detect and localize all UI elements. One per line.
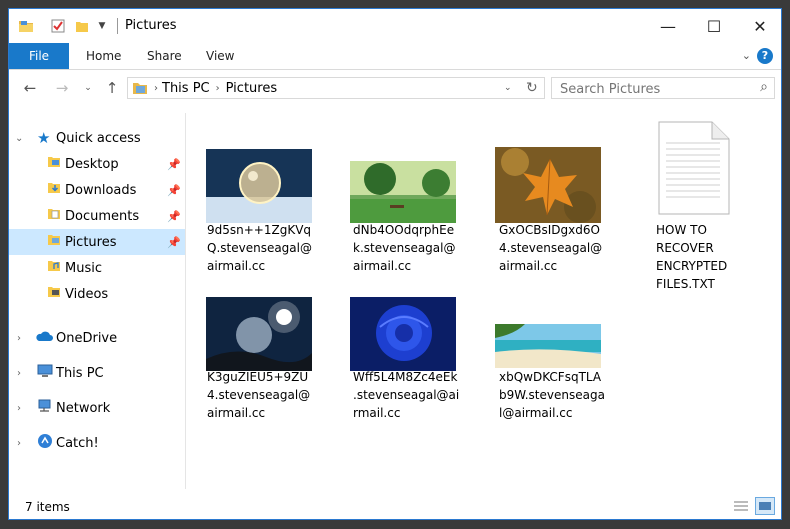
breadcrumb-separator-icon: › — [215, 82, 220, 94]
pin-icon[interactable]: 📌 — [167, 158, 181, 171]
up-arrow-icon[interactable]: ↑ — [101, 77, 123, 99]
file-name: 9d5sn++1ZgKVq Q.stevenseagal@ airmail.cc — [207, 223, 312, 273]
pictures-location-icon — [132, 81, 150, 95]
file-name: dNb4OOdqrphEe k.stevenseagal@ airmail.cc — [353, 223, 456, 273]
sidebar-item-documents[interactable]: Documents 📌 — [9, 203, 185, 229]
tab-share[interactable]: Share — [147, 43, 182, 69]
search-input[interactable] — [558, 79, 752, 99]
sidebar-item-label: Network — [56, 400, 111, 416]
sidebar-item-pictures[interactable]: Pictures 📌 — [9, 229, 185, 255]
recent-locations-chevron-icon[interactable]: ⌄ — [77, 77, 99, 99]
sidebar-item-label: Quick access — [56, 130, 141, 146]
navigation-pane: ⌄ ★ Quick access Desktop 📌 Downloads 📌 D… — [9, 113, 186, 489]
forward-arrow-icon[interactable]: → — [51, 77, 73, 99]
pictures-folder-icon — [47, 234, 61, 250]
address-row: ← → ⌄ ↑ › This PC › Pictures ⌄ ↻ ⌕ — [9, 73, 781, 103]
onedrive-cloud-icon — [35, 330, 53, 346]
expand-chevron-icon[interactable]: › — [17, 368, 21, 379]
image-thumbnail — [206, 149, 312, 223]
title-separator — [117, 18, 118, 34]
computer-icon — [37, 364, 53, 382]
expand-chevron-icon[interactable]: › — [17, 333, 21, 344]
music-folder-icon — [47, 260, 61, 276]
help-icon[interactable]: ? — [757, 48, 773, 64]
ribbon-tabs: File Home Share View ⌄ ? — [9, 43, 781, 70]
sidebar-item-label: OneDrive — [56, 330, 118, 346]
large-icons-view-icon[interactable] — [755, 497, 775, 515]
sidebar-item-quick-access[interactable]: ⌄ ★ Quick access — [9, 125, 185, 151]
window-title: Pictures — [125, 18, 177, 33]
desktop-folder-icon — [47, 156, 61, 172]
item-count: 7 items — [25, 500, 70, 514]
folder-app-icon[interactable] — [17, 17, 35, 35]
network-icon — [37, 399, 53, 417]
sidebar-item-downloads[interactable]: Downloads 📌 — [9, 177, 185, 203]
pin-icon[interactable]: 📌 — [167, 210, 181, 223]
new-folder-icon[interactable] — [73, 17, 91, 35]
breadcrumb-separator-icon: › — [154, 82, 158, 94]
text-document-icon — [658, 121, 730, 215]
sidebar-item-label: Videos — [65, 286, 109, 302]
sidebar-item-onedrive[interactable]: › OneDrive — [9, 325, 185, 351]
search-box[interactable]: ⌕ — [551, 77, 775, 99]
file-name: GxOCBsIDgxd6O 4.stevenseagal@ airmail.cc — [499, 223, 603, 273]
back-arrow-icon[interactable]: ← — [19, 77, 41, 99]
videos-folder-icon — [47, 286, 61, 302]
close-button[interactable]: ✕ — [737, 9, 781, 43]
expand-chevron-icon[interactable]: › — [17, 403, 21, 414]
documents-folder-icon — [47, 208, 61, 224]
sidebar-item-label: Downloads — [65, 182, 137, 198]
search-icon[interactable]: ⌕ — [760, 79, 768, 95]
image-thumbnail — [350, 297, 456, 371]
image-thumbnail — [495, 324, 601, 368]
address-history-chevron-icon[interactable]: ⌄ — [504, 83, 512, 93]
file-name: HOW TO RECOVER ENCRYPTED FILES.TXT — [656, 223, 728, 291]
customize-toolbar-chevron-icon[interactable]: ▼ — [95, 17, 109, 35]
sidebar-item-network[interactable]: › Network — [9, 395, 185, 421]
star-icon: ★ — [37, 129, 51, 147]
collapse-chevron-icon[interactable]: ⌄ — [15, 133, 23, 144]
file-name: xbQwDKCFsqTLA b9W.stevenseaga l@airmail.… — [499, 370, 605, 420]
sidebar-item-music[interactable]: Music — [9, 255, 185, 281]
address-bar[interactable]: › This PC › Pictures ⌄ ↻ — [127, 77, 545, 99]
image-thumbnail — [350, 161, 456, 223]
image-thumbnail — [495, 147, 601, 223]
sidebar-item-videos[interactable]: Videos — [9, 281, 185, 307]
sidebar-item-label: Music — [65, 260, 102, 276]
minimize-button[interactable]: — — [645, 9, 691, 43]
tab-view[interactable]: View — [206, 43, 234, 69]
properties-icon[interactable] — [49, 17, 67, 35]
refresh-icon[interactable]: ↻ — [526, 80, 538, 96]
tab-file[interactable]: File — [9, 43, 69, 69]
downloads-folder-icon — [47, 182, 61, 198]
explorer-window: ▼ Pictures — ☐ ✕ File Home Share View ⌄ … — [8, 8, 782, 520]
sidebar-item-label: Desktop — [65, 156, 119, 172]
details-view-icon[interactable] — [731, 497, 751, 515]
pin-icon[interactable]: 📌 — [167, 236, 181, 249]
sidebar-item-desktop[interactable]: Desktop 📌 — [9, 151, 185, 177]
file-name: K3guZIEU5+9ZU 4.stevenseagal@ airmail.cc — [207, 370, 311, 420]
image-thumbnail — [206, 297, 312, 371]
breadcrumb-this-pc[interactable]: This PC — [162, 81, 210, 96]
expand-chevron-icon[interactable]: › — [17, 438, 21, 449]
sidebar-item-catch[interactable]: › Catch! — [9, 430, 185, 456]
sidebar-item-label: Pictures — [65, 234, 117, 250]
maximize-button[interactable]: ☐ — [691, 9, 737, 43]
title-bar[interactable]: ▼ Pictures — ☐ ✕ — [9, 9, 781, 43]
tab-home[interactable]: Home — [86, 43, 121, 69]
sidebar-item-label: Documents — [65, 208, 140, 224]
sidebar-item-label: This PC — [56, 365, 104, 381]
sidebar-item-label: Catch! — [56, 435, 99, 451]
sidebar-item-this-pc[interactable]: › This PC — [9, 360, 185, 386]
expand-ribbon-chevron-icon[interactable]: ⌄ — [742, 49, 751, 62]
pin-icon[interactable]: 📌 — [167, 184, 181, 197]
file-name: Wff5L4M8Zc4eEk .stevenseagal@ai rmail.cc — [353, 370, 460, 420]
breadcrumb-pictures[interactable]: Pictures — [226, 81, 277, 96]
catch-globe-icon — [37, 433, 53, 453]
